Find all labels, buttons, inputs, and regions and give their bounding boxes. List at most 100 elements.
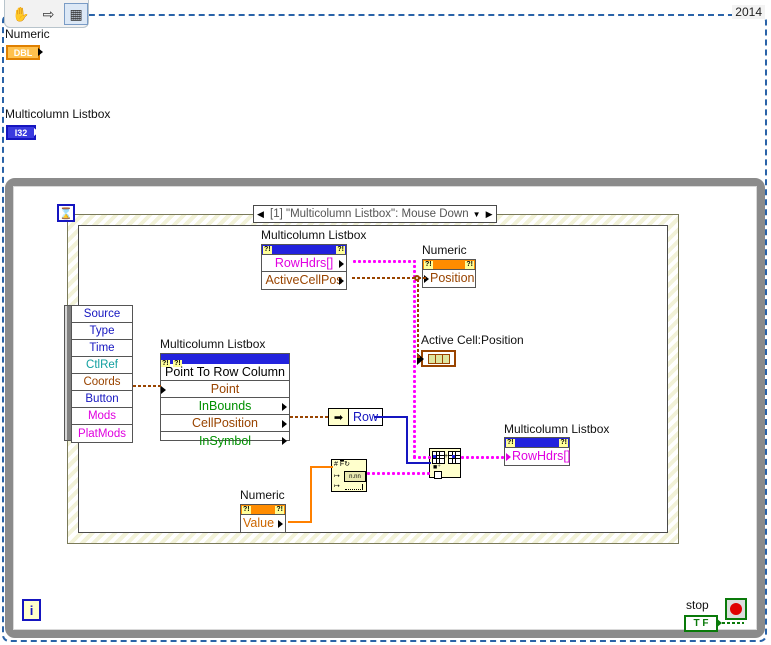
wire-rowhdrs-to-replace-array [412,455,432,460]
subvi-header: ?! ?! [161,354,289,367]
wire-cellposition-to-row [290,416,328,418]
event-data-item-source[interactable]: Source [72,306,132,323]
wire-coords-to-point [133,385,162,387]
header-right-glyph: ?! [559,438,568,447]
loop-iteration-terminal[interactable]: i [22,599,41,621]
labview-version-label: 2014 [732,5,765,19]
event-data-item-ctlref[interactable]: CtlRef [72,357,132,374]
event-data-node[interactable]: Source Type Time CtlRef Coords Button Mo… [71,305,133,443]
property-row-position[interactable]: Position [423,270,475,287]
wire-row-out-v [406,416,408,464]
property-row-rowhdrs-write[interactable]: RowHdrs[] [505,448,570,465]
property-node-header: ?! ?! [241,505,285,515]
numeric-value-property-node[interactable]: ?! ?! Value [240,504,286,533]
event-data-label: CtlRef [86,359,118,371]
event-data-label: Mods [87,410,117,422]
replace-array-subset-function[interactable]: + ■⁺ [429,448,461,479]
subvi-input-arrow [161,386,166,394]
number-to-fractional-string-function[interactable]: # F↻ ↦ n.nn ↦ [331,459,367,492]
active-cell-position-property-node[interactable] [417,350,456,367]
event-data-label: Time [89,342,115,354]
subvi-row-label: CellPosition [191,416,258,430]
subvi-output-arrow [282,437,287,445]
property-output-arrow [339,260,344,268]
multicolumn-listbox-terminal-output-arrow [34,128,39,136]
numeric-terminal-output-arrow [38,48,43,56]
hand-tool-icon[interactable]: ✋ [9,3,33,25]
event-selector-prev-icon[interactable]: ◀ [255,206,266,222]
property-node-header: ?! ?! [505,438,569,448]
subvi-row-label: InSymbol [198,433,252,448]
labview-block-diagram: ✋ ⇨ ▦ 2014 Numeric DBL Multicolumn Listb… [0,0,771,645]
listbox-read-property-caption: Multicolumn Listbox [261,228,367,242]
run-arrow-icon[interactable]: ⇨ [37,3,61,25]
event-data-item-coords[interactable]: Coords [72,374,132,391]
stop-sign-icon [730,603,742,615]
listbox-write-property-node[interactable]: ?! ?! RowHdrs[] [504,437,570,466]
bottom-bracket-glyph: ↦ [334,483,340,490]
event-data-item-type[interactable]: Type [72,323,132,340]
left-bracket-glyph: ↦ [334,473,340,480]
event-data-item-button[interactable]: Button [72,391,132,408]
property-row-label: Value [243,516,275,531]
event-data-label: Coords [83,376,121,388]
property-row-label: ActiveCellPos [265,273,343,288]
numeric-position-property-node[interactable]: ?! ?! Position [422,259,476,288]
subvi-row-inbounds[interactable]: InBounds [161,398,289,415]
wire-activecellpos-h [352,277,417,279]
wire-stop-to-loop-condition [722,622,744,624]
property-output-arrow [278,520,283,528]
wire-row-out-h [374,416,408,418]
active-cell-position-icon [427,353,450,364]
wire-rowhdrs-to-junction-h [352,259,414,264]
event-data-item-mods[interactable]: Mods [72,408,132,425]
event-selector-text: [1] "Multicolumn Listbox": Mouse Down [270,208,469,220]
header-right-glyph: ?! [465,260,474,269]
wire-junction-down [417,279,419,356]
event-selector-next-icon[interactable]: ▶ [484,206,495,222]
numeric-dbl-terminal[interactable]: DBL [6,45,40,60]
point-to-row-column-subvi[interactable]: ?! ?! Point To Row Column Point InBounds… [160,353,290,448]
event-timeout-terminal[interactable]: ⌛ [57,204,75,222]
header-left-glyph: ?! [506,438,515,447]
header-right-glyph: ?! [275,505,284,514]
property-row-value[interactable]: Value [241,515,285,532]
property-row-rowhdrs[interactable]: RowHdrs[] [262,255,346,272]
dotted-baseline-glyph [345,484,363,490]
property-row-activecellpos[interactable]: ActiveCellPos [262,272,346,289]
property-row-label: Position [430,271,475,286]
toolbar: ✋ ⇨ ▦ [4,0,89,28]
property-node-header: ?! ?! [262,245,346,255]
loop-conditional-stop-terminal[interactable] [725,598,747,620]
event-case-selector[interactable]: ◀ [1] "Multicolumn Listbox": Mouse Down … [253,205,497,223]
property-output-arrow [339,277,344,285]
subvi-row-label: InBounds [198,399,252,413]
event-data-label: PlatMods [78,427,126,440]
wire-format-to-replace-array [366,471,432,476]
subvi-row-insymbol[interactable]: InSymbol [161,432,289,449]
header-left-glyph: ?! [263,245,272,254]
wire-junction-activecellpos [414,275,420,281]
header-left-glyph: ?! [424,260,433,269]
event-data-item-time[interactable]: Time [72,340,132,357]
header-right-glyph: ?! [336,245,345,254]
stop-terminal-output-arrow [716,618,722,628]
multicolumn-listbox-i32-terminal[interactable]: I32 [6,125,36,140]
index-glyph: ■⁺ [433,464,441,471]
subvi-row-cellposition[interactable]: CellPosition [161,415,289,432]
stop-control-label: stop [686,598,709,612]
listbox-write-property-caption: Multicolumn Listbox [504,422,610,436]
chevron-down-icon[interactable]: ▼ [473,210,484,219]
property-node-header: ?! ?! [423,260,475,270]
event-data-label: Type [89,325,115,337]
property-row-label: RowHdrs[] [274,255,334,270]
subvi-title: Point To Row Column [161,364,289,381]
numeric-value-property-caption: Numeric [240,488,285,502]
wire-row-to-replace-array [406,462,431,464]
event-data-item-platmods[interactable]: PlatMods [72,425,132,442]
block-diagram-icon[interactable]: ▦ [64,2,88,25]
multicolumn-listbox-terminal-label: Multicolumn Listbox [5,107,111,121]
subvi-row-point[interactable]: Point [161,381,289,398]
stop-boolean-terminal[interactable]: T F [684,615,718,632]
listbox-read-property-node[interactable]: ?! ?! RowHdrs[] ActiveCellPos [261,244,347,290]
